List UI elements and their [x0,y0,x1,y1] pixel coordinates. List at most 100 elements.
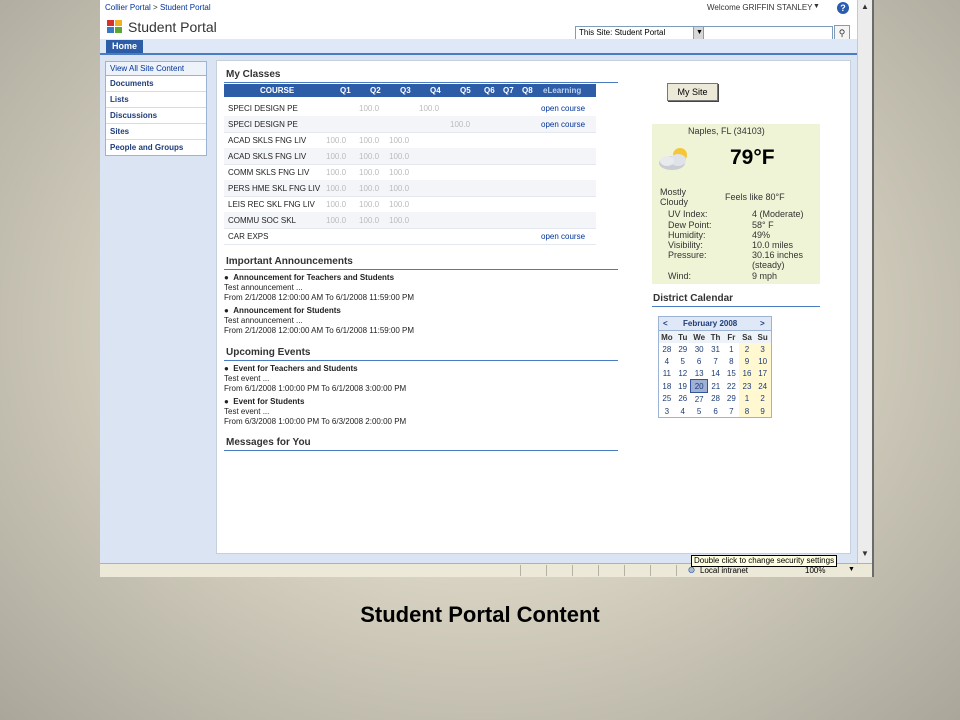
calendar-day[interactable]: 26 [675,393,691,406]
announcement-title-link[interactable]: Announcement for Teachers and Students [233,273,394,282]
search-scope-select[interactable]: This Site: Student Portal ▼ [575,26,706,40]
calendar-day[interactable]: 9 [739,355,755,367]
classes-table-header: COURSE Q1 Q2 Q3 Q4 Q5 Q6 Q7 Q8 eLearning [224,84,596,97]
events-title[interactable]: Upcoming Events [226,347,310,358]
search-scope-value: This Site: Student Portal [579,28,666,37]
calendar-day[interactable]: 28 [708,393,724,406]
announcement-dates: From 2/1/2008 12:00:00 AM To 6/1/2008 11… [224,293,415,302]
quick-launch-documents[interactable]: Documents [106,76,206,92]
calendar-day[interactable]: 15 [724,367,740,380]
calendar-day[interactable]: 28 [659,343,675,355]
calendar-day[interactable]: 27 [691,393,708,406]
event-title-link[interactable]: Event for Students [233,397,304,406]
calendar-day[interactable]: 9 [754,405,771,417]
welcome-menu[interactable]: Welcome GRIFFIN STANLEY [707,3,813,12]
event-item: ● Event for Teachers and Students Test e… [224,364,407,393]
calendar-day[interactable]: 16 [739,367,755,380]
event-title-link[interactable]: Event for Teachers and Students [233,364,357,373]
calendar-day[interactable]: 19 [675,380,691,393]
calendar-day[interactable]: 11 [659,367,675,380]
calendar-day[interactable]: 5 [691,405,708,417]
grade-cell: 100.0 [359,136,380,145]
class-row: SPECI DESIGN PE 100.0 open course [224,116,596,133]
calendar-day[interactable]: 1 [739,392,755,405]
quick-launch-people-and-groups[interactable]: People and Groups [106,140,206,155]
calendar-day[interactable]: 30 [691,343,708,355]
zoom-chevron-icon[interactable]: ▼ [848,566,855,573]
browser-screenshot: Collier Portal > Student Portal Welcome … [100,0,874,577]
col-q8: Q8 [522,86,533,95]
course-name: PERS HME SKL FNG LIV [228,184,321,193]
calendar-day[interactable]: 17 [754,367,771,380]
grade-cell: 100.0 [326,184,347,193]
announcement-item: ● Announcement for Students Test announc… [224,306,415,335]
open-course-link[interactable]: open course [541,104,585,113]
calendar-day[interactable]: 31 [708,343,724,355]
calendar-day[interactable]: 2 [739,343,755,355]
calendar-day[interactable]: 7 [708,355,724,367]
view-all-site-content-link[interactable]: View All Site Content [105,61,207,76]
open-course-link[interactable]: open course [541,232,585,241]
calendar-day[interactable]: 18 [659,380,675,393]
search-input[interactable] [703,26,833,40]
scroll-down-icon[interactable]: ▼ [861,549,869,558]
security-zone[interactable]: Local intranet [700,566,748,575]
announcements-title[interactable]: Important Announcements [226,256,353,267]
quick-launch-discussions[interactable]: Discussions [106,108,206,124]
class-row: CAR EXPS open course [224,228,596,245]
calendar-day[interactable]: 25 [659,393,675,406]
open-course-link[interactable]: open course [541,120,585,129]
calendar-day[interactable]: 8 [739,405,755,417]
class-row: COMM SKLS FNG LIV 100.0 100.0 100.0 [224,164,596,181]
calendar-day[interactable]: 20 [690,379,708,393]
calendar-day[interactable]: 13 [691,367,708,380]
breadcrumb-link-collier-portal[interactable]: Collier Portal [105,3,151,12]
scroll-up-icon[interactable]: ▲ [861,2,869,11]
calendar-day[interactable]: 29 [675,343,691,355]
calendar-day[interactable]: 5 [675,355,691,367]
course-name: COMMU SOC SKL [228,216,297,225]
calendar-day[interactable]: 22 [724,380,740,393]
calendar-day[interactable]: 3 [754,343,771,355]
quick-launch-lists[interactable]: Lists [106,92,206,108]
announcement-title-link[interactable]: Announcement for Students [233,306,341,315]
weather-temperature: 79°F [730,146,775,169]
calendar-day[interactable]: 14 [708,367,724,380]
event-dates: From 6/1/2008 1:00:00 PM To 6/1/2008 3:0… [224,384,407,393]
my-site-button[interactable]: My Site [667,83,718,101]
calendar-day[interactable]: 6 [691,355,708,367]
calendar-day[interactable]: 3 [659,405,675,417]
calendar-day[interactable]: 12 [675,367,691,380]
grade-cell: 100.0 [359,184,380,193]
messages-title[interactable]: Messages for You [226,437,311,448]
vertical-scrollbar[interactable]: ▲ ▼ [857,0,872,563]
calendar-day[interactable]: 8 [724,355,740,367]
weather-widget: Naples, FL (34103) 79°F Mostly Cloudy Fe… [652,124,820,284]
zoom-level[interactable]: 100% [805,566,825,575]
quick-launch-sites[interactable]: Sites [106,124,206,140]
calendar-day[interactable]: 7 [724,405,740,417]
my-classes-title[interactable]: My Classes [226,69,280,80]
calendar-day[interactable]: 4 [675,405,691,417]
breadcrumb-link-student-portal[interactable]: Student Portal [160,3,211,12]
weather-feels-like: Feels like 80°F [725,192,785,202]
calendar-day[interactable]: 10 [754,355,771,367]
calendar-day[interactable]: 21 [708,380,724,393]
calendar-day[interactable]: 1 [724,343,740,355]
calendar-day[interactable]: 2 [754,392,771,405]
help-icon[interactable]: ? [837,2,849,14]
calendar-day[interactable]: 6 [708,405,724,417]
chevron-down-icon[interactable]: ▼ [813,3,820,10]
calendar-day[interactable]: 23 [739,379,755,393]
calendar-day[interactable]: 24 [754,379,771,393]
calendar-week: 11 12 13 14 15 16 17 [659,367,771,380]
calendar-day[interactable]: 4 [659,355,675,367]
grade-cell: 100.0 [389,216,410,225]
calendar-next-button[interactable]: > [760,319,765,328]
calendar-prev-button[interactable]: < [663,319,668,328]
calendar-title[interactable]: District Calendar [653,293,733,304]
tab-home[interactable]: Home [106,40,144,53]
status-cell [676,565,677,576]
announcement-body: Test announcement ... [224,283,303,292]
calendar-day[interactable]: 29 [724,393,740,406]
